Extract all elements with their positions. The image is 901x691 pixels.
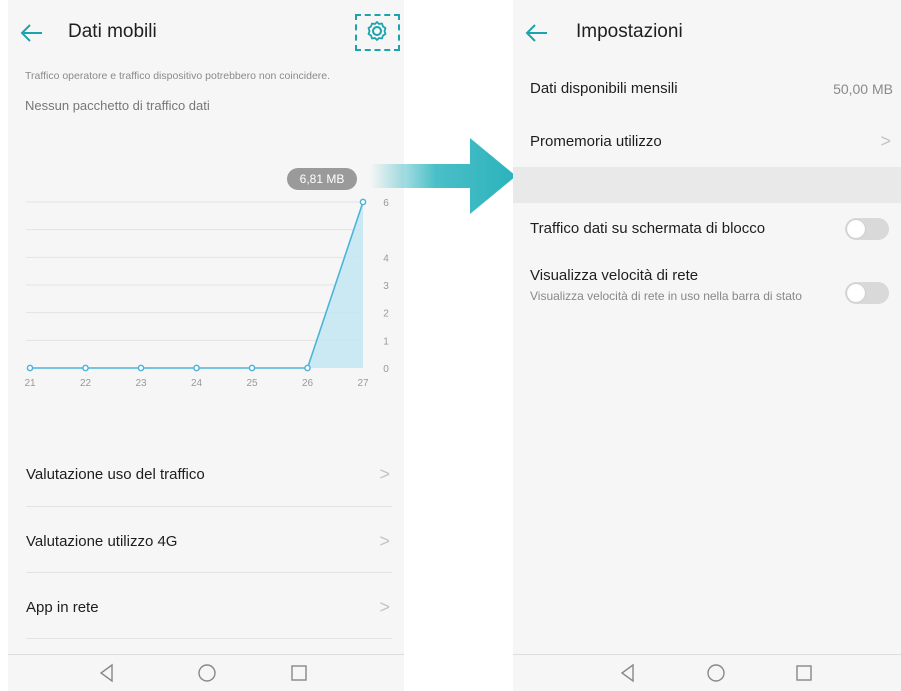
chevron-right-icon: >: [880, 131, 891, 151]
navigation-bar: [513, 654, 901, 691]
settings-highlight: [355, 14, 401, 52]
4g-usage-row[interactable]: Valutazione utilizzo 4G >: [8, 507, 404, 572]
data-point: [304, 364, 311, 372]
plan-status: Nessun pacchetto di traffico dati: [25, 98, 210, 113]
network-speed-toggle[interactable]: [845, 282, 889, 304]
back-arrow-icon[interactable]: [18, 19, 46, 47]
row-label: Valutazione uso del traffico: [26, 466, 205, 483]
x-tick-label: 22: [80, 378, 92, 389]
page-title: Dati mobili: [68, 21, 157, 42]
x-tick-label: 25: [246, 378, 258, 389]
data-point: [248, 364, 256, 372]
back-triangle-icon[interactable]: [617, 662, 639, 684]
x-tick-label: 26: [302, 378, 314, 389]
network-speed-row[interactable]: Visualizza velocità di rete Visualizza v…: [513, 258, 901, 328]
home-circle-icon[interactable]: [705, 662, 727, 684]
x-tick-label: 21: [24, 378, 36, 389]
network-speed-description: Visualizza velocità di rete in uso nella…: [530, 289, 802, 303]
settings-screen: Impostazioni Dati disponibili mensili 50…: [513, 0, 901, 691]
x-tick-label: 27: [357, 378, 369, 389]
data-point: [359, 198, 367, 206]
data-point: [137, 364, 145, 372]
navigation-bar: [8, 654, 404, 691]
title-bar: Dati mobili: [8, 0, 404, 66]
transition-arrow: [370, 138, 516, 214]
monthly-data-label: Dati disponibili mensili: [530, 80, 678, 97]
chevron-right-icon: >: [379, 597, 390, 617]
y-tick-label: 3: [383, 281, 389, 292]
toggle-knob: [847, 220, 865, 238]
mobile-data-screen: Dati mobili Traffico operatore e traffic…: [8, 0, 404, 691]
gear-icon[interactable]: [366, 20, 388, 42]
divider: [26, 638, 392, 639]
traffic-chart: 01234621 22 23 24 25 26 276,81 MB: [24, 168, 389, 389]
y-tick-label: 0: [383, 364, 389, 375]
network-apps-row[interactable]: App in rete >: [8, 573, 404, 638]
data-point: [26, 364, 34, 372]
value-tooltip-label: 6,81 MB: [300, 172, 345, 186]
usage-reminder-row[interactable]: Promemoria utilizzo >: [513, 118, 901, 166]
network-speed-label: Visualizza velocità di rete: [530, 267, 699, 284]
monthly-data-row[interactable]: Dati disponibili mensili 50,00 MB: [513, 66, 901, 112]
data-point: [193, 364, 200, 372]
recents-square-icon[interactable]: [288, 662, 310, 684]
toggle-knob: [847, 284, 865, 302]
data-point: [82, 364, 89, 372]
chevron-right-icon: >: [379, 531, 390, 551]
y-tick-label: 2: [383, 309, 389, 320]
traffic-note: Traffico operatore e traffico dispositiv…: [25, 70, 331, 82]
chevron-right-icon: >: [379, 464, 390, 484]
section-separator: [513, 167, 901, 203]
row-label: App in rete: [26, 599, 99, 616]
back-arrow-icon[interactable]: [523, 19, 551, 47]
lockscreen-traffic-toggle[interactable]: [845, 218, 889, 240]
monthly-data-value: 50,00 MB: [833, 81, 893, 97]
x-tick-label: 23: [135, 378, 147, 389]
recents-square-icon[interactable]: [793, 662, 815, 684]
back-triangle-icon[interactable]: [96, 662, 118, 684]
page-title: Impostazioni: [576, 21, 683, 42]
home-circle-icon[interactable]: [196, 662, 218, 684]
x-tick-label: 24: [191, 378, 203, 389]
row-label: Valutazione utilizzo 4G: [26, 533, 178, 550]
title-bar: Impostazioni: [513, 0, 901, 66]
y-tick-label: 1: [383, 336, 389, 347]
traffic-usage-row[interactable]: Valutazione uso del traffico >: [8, 440, 404, 505]
lockscreen-traffic-row[interactable]: Traffico dati su schermata di blocco: [513, 203, 901, 253]
usage-reminder-label: Promemoria utilizzo: [530, 133, 662, 150]
lockscreen-traffic-label: Traffico dati su schermata di blocco: [530, 220, 766, 237]
y-tick-label: 4: [383, 253, 389, 264]
